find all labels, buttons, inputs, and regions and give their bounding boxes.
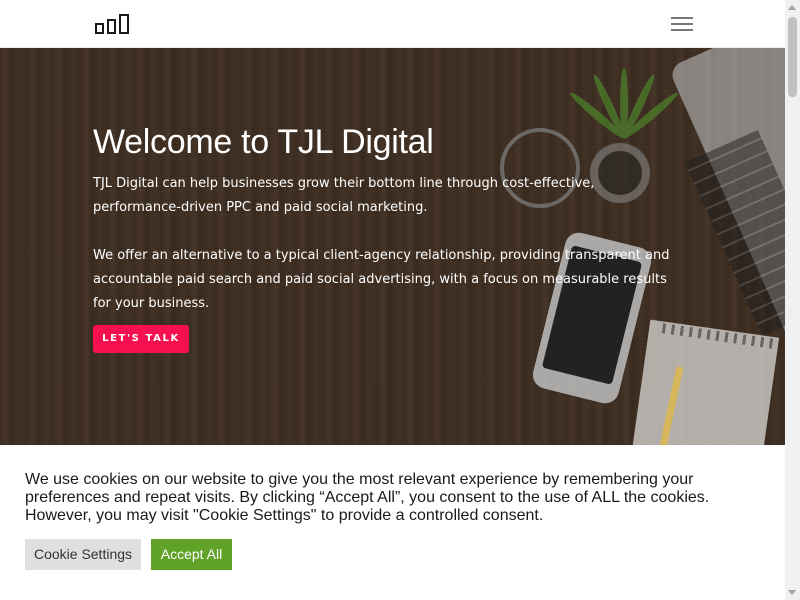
scroll-down-arrow-icon[interactable] <box>788 590 796 595</box>
cookie-settings-button[interactable]: Cookie Settings <box>25 539 141 570</box>
cookie-consent-banner: We use cookies on our website to give yo… <box>0 445 785 600</box>
site-logo-icon[interactable] <box>95 14 131 34</box>
cookie-message: We use cookies on our website to give yo… <box>25 471 710 524</box>
site-header <box>0 0 785 48</box>
hamburger-menu-icon[interactable] <box>671 16 693 32</box>
page-scrollbar[interactable] <box>785 0 800 600</box>
hero-paragraph-2: We offer an alternative to a typical cli… <box>93 248 670 311</box>
hero-content: Welcome to TJL Digital TJL Digital can h… <box>93 120 683 353</box>
lets-talk-button[interactable]: LET'S TALK <box>93 325 189 353</box>
scrollbar-thumb[interactable] <box>788 17 797 97</box>
accept-all-button[interactable]: Accept All <box>151 539 232 570</box>
scroll-up-arrow-icon[interactable] <box>788 5 796 10</box>
hero-paragraph-1: TJL Digital can help businesses grow the… <box>93 176 595 215</box>
hero-title: Welcome to TJL Digital <box>93 123 434 161</box>
hero-section: Welcome to TJL Digital TJL Digital can h… <box>0 48 785 445</box>
